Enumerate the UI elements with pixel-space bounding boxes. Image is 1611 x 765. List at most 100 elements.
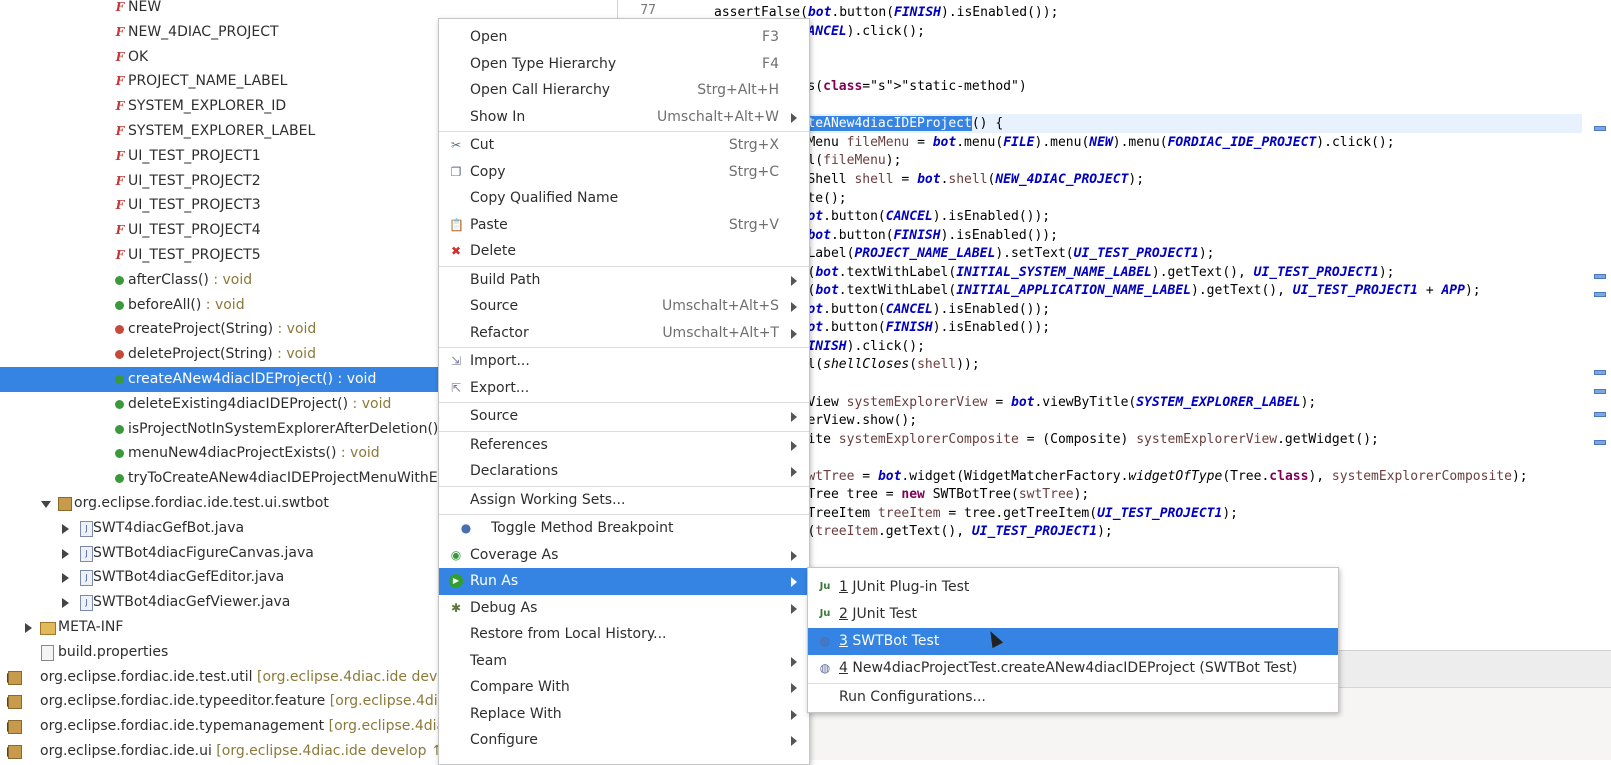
menu-item-new4diacprojecttest-createanew4diacideproject-swtbot-test[interactable]: ◍ 4 New4diacProjectTest.createANew4diacID…: [808, 655, 1338, 682]
menu-item-source[interactable]: Source: [439, 403, 809, 430]
menu-item-references[interactable]: References: [439, 432, 809, 459]
submenu-arrow-icon: [791, 467, 797, 477]
overview-ruler-mark[interactable]: [1594, 370, 1606, 375]
project-icon: [8, 695, 22, 710]
menu-item-copy[interactable]: ❐ Copy Strg+C: [439, 159, 809, 186]
menu-item-open[interactable]: Open F3: [439, 24, 809, 51]
menu-item-refactor[interactable]: Refactor Umschalt+Alt+T: [439, 320, 809, 347]
tree-item-label: OK: [128, 45, 148, 70]
overview-ruler-mark[interactable]: [1594, 126, 1606, 131]
public-method-icon: [115, 424, 124, 434]
menu-item-swtbot-test[interactable]: ◍ 3 SWTBot Test: [808, 628, 1338, 655]
submenu-arrow-icon: [791, 656, 797, 667]
menu-item-replace-with[interactable]: Replace With: [439, 701, 809, 728]
menu-item-show-in[interactable]: Show In Umschalt+Alt+W: [439, 104, 809, 131]
expand-right-icon[interactable]: [62, 598, 69, 609]
tree-item-label: UI_TEST_PROJECT4: [128, 218, 261, 243]
menu-item-open-type-hierarchy[interactable]: Open Type Hierarchy F4: [439, 51, 809, 78]
menu-item-run-as[interactable]: ▶ Run As: [439, 568, 809, 595]
menu-item-cut[interactable]: ✂ Cut Strg+X: [439, 132, 809, 159]
menu-item-paste[interactable]: 📋 Paste Strg+V: [439, 212, 809, 239]
menu-item-label: Export...: [470, 379, 530, 396]
tree-item-label: org.eclipse.fordiac.ide.test.util [org.e…: [40, 665, 467, 690]
static-field-icon: F: [115, 0, 125, 14]
expand-down-icon[interactable]: [41, 501, 51, 508]
menu-item-text: SWTBot Test: [847, 633, 940, 649]
expand-right-icon[interactable]: [62, 573, 69, 584]
static-field-icon: F: [115, 198, 125, 213]
menu-item-label: Run As: [470, 573, 519, 589]
overview-ruler-mark[interactable]: [1594, 412, 1606, 417]
menu-item-import[interactable]: ⇲ Import...: [439, 348, 809, 375]
menu-item-run-configurations[interactable]: Run Configurations...: [808, 684, 1338, 711]
file-icon: [41, 644, 54, 661]
menu-item-label: Open Type Hierarchy: [470, 55, 617, 72]
public-method-icon: [115, 399, 124, 409]
menu-item-delete[interactable]: ✖ Delete: [439, 238, 809, 265]
menu-item-shortcut: F3: [762, 29, 779, 45]
tree-item-suffix: : void: [208, 271, 253, 288]
tree-item-label: UI_TEST_PROJECT5: [128, 243, 261, 268]
tree-item-text: org.eclipse.fordiac.ide.ui: [40, 743, 212, 759]
junit-icon: Ju: [819, 608, 831, 619]
tree-item-label: org.eclipse.fordiac.ide.typeeditor.featu…: [40, 689, 462, 714]
submenu-arrow-icon: [791, 577, 797, 587]
menu-item-junit-test[interactable]: Ju 2 JUnit Test: [808, 601, 1338, 628]
menu-item-team[interactable]: Team: [439, 648, 809, 675]
expand-right-icon[interactable]: [62, 548, 69, 559]
menu-item-label: Show In: [470, 108, 526, 125]
tree-item-label: META-INF: [58, 615, 123, 640]
tree-item-text: build.properties: [58, 643, 169, 660]
menu-item-label: Configure: [470, 732, 538, 748]
overview-ruler-mark[interactable]: [1594, 440, 1606, 445]
package-icon: [58, 497, 72, 511]
tree-item-text: SYSTEM_EXPLORER_ID: [128, 98, 287, 115]
menu-item-label: Delete: [470, 243, 516, 259]
overview-ruler-mark[interactable]: [1594, 389, 1606, 394]
menu-item-assign-working-sets[interactable]: Assign Working Sets...: [439, 487, 809, 514]
overview-ruler-mark[interactable]: [1594, 292, 1606, 297]
java-file-icon: J: [80, 595, 93, 612]
menu-item-text: Run Configurations...: [839, 689, 986, 705]
menu-item-open-call-hierarchy[interactable]: Open Call Hierarchy Strg+Alt+H: [439, 77, 809, 104]
tree-item-text: afterClass(): [128, 271, 209, 288]
tree-item-text: SYSTEM_EXPLORER_LABEL: [128, 123, 316, 139]
tree-item-label: build.properties: [58, 640, 168, 665]
scissors-icon: ✂: [450, 138, 462, 152]
menu-item-toggle-method-breakpoint[interactable]: ● Toggle Method Breakpoint: [439, 515, 809, 542]
menu-item-source[interactable]: Source Umschalt+Alt+S: [439, 293, 809, 320]
tree-item[interactable]: F NEW: [0, 0, 615, 20]
menu-item-configure[interactable]: Configure: [439, 727, 809, 754]
tree-item-text: META-INF: [58, 619, 124, 635]
menu-item-restore-from-local-history[interactable]: Restore from Local History...: [439, 621, 809, 648]
static-field-icon: F: [115, 248, 125, 262]
run-icon: ▶: [449, 574, 463, 588]
tree-item-text: UI_TEST_PROJECT3: [128, 197, 261, 214]
menu-item-junit-plug-in-test[interactable]: Ju 1 JUnit Plug-in Test: [808, 574, 1338, 601]
menu-item-compare-with[interactable]: Compare With: [439, 674, 809, 701]
expand-right-icon[interactable]: [62, 523, 69, 534]
menu-item-build-path[interactable]: Build Path: [439, 267, 809, 294]
tree-item-text: OK: [128, 48, 149, 65]
tree-item-label: NEW: [128, 0, 161, 20]
menu-item-declarations[interactable]: Declarations: [439, 458, 809, 485]
menu-item-shortcut: Strg+C: [728, 163, 779, 180]
static-field-icon: F: [115, 74, 125, 89]
tree-item-suffix: : void: [348, 395, 392, 412]
tree-item-text: org.eclipse.fordiac.ide.test.ui.swtbot: [74, 495, 329, 511]
expand-right-icon[interactable]: [25, 623, 32, 633]
menu-item-coverage-as[interactable]: ◉ Coverage As: [439, 542, 809, 569]
public-method-icon: [115, 474, 124, 484]
menu-item-shortcut: Umschalt+Alt+W: [657, 108, 779, 125]
menu-item-copy-qualified-name[interactable]: Copy Qualified Name: [439, 185, 809, 212]
menu-item-debug-as[interactable]: ✱ Debug As: [439, 595, 809, 622]
menu-item-label: Cut: [470, 137, 495, 153]
overview-ruler-mark[interactable]: [1594, 274, 1606, 279]
menu-item-export[interactable]: ⇱ Export...: [439, 375, 809, 402]
public-method-icon: [115, 449, 124, 459]
submenu-arrow-icon: [791, 440, 797, 451]
tree-item-label: isProjectNotInSystemExplorerAfterDeletio…: [128, 417, 460, 442]
swtbot-icon: ◍: [819, 634, 831, 648]
submenu-arrow-icon: [791, 302, 797, 312]
menu-item-label: Copy Qualified Name: [470, 190, 619, 206]
